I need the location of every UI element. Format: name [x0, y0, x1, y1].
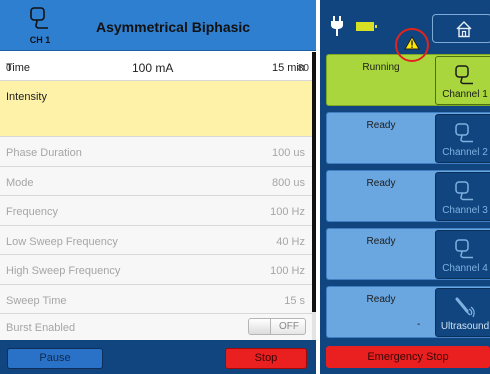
param-value: 100 Hz — [270, 265, 305, 277]
battery-icon — [356, 22, 377, 31]
channel-label: Ultrasound — [440, 321, 490, 332]
intensity-min: 0 — [6, 63, 12, 74]
power-plug-icon — [331, 16, 343, 36]
electrode-icon — [455, 65, 473, 85]
emergency-stop-button[interactable]: Emergency Stop — [326, 346, 490, 368]
param-label: Frequency — [6, 206, 58, 218]
channel-button-2[interactable]: Channel 2 — [435, 114, 490, 163]
channel-status: Running — [362, 62, 400, 73]
intensity-value: 100 mA — [132, 61, 174, 75]
channel-button-1[interactable]: Channel 1 — [435, 56, 490, 105]
ultrasound-icon — [455, 297, 475, 318]
channel-button-ultrasound[interactable]: Ultrasound — [435, 288, 490, 337]
channel-button-4[interactable]: Channel 4 — [435, 230, 490, 279]
channel-header: CH 1 Asymmetrical Biphasic — [0, 0, 316, 51]
home-button[interactable] — [432, 14, 490, 43]
channel-label: Channel 3 — [442, 205, 488, 216]
channel-status: Ready — [366, 178, 396, 189]
param-label: Sweep Time — [6, 295, 67, 307]
param-row-sweep-time[interactable]: Sweep Time 15 s — [0, 285, 312, 314]
channel-label: Channel 2 — [442, 147, 488, 158]
param-row-intensity[interactable]: Intensity — [0, 81, 312, 137]
channel-indicator: CH 1 — [20, 6, 60, 46]
channel-card-2[interactable]: Ready Channel 2 — [326, 112, 490, 164]
param-label: Phase Duration — [6, 147, 82, 159]
channel-status: Ready — [366, 120, 396, 131]
param-label: Intensity — [6, 91, 47, 103]
channel-card-ultrasound[interactable]: Ready - Ultrasound — [326, 286, 490, 338]
channels-panel: Running Channel 1 Ready Channel 2 Ready — [320, 0, 490, 374]
param-value: 800 us — [271, 177, 305, 189]
toggle-knob — [249, 319, 271, 334]
left-footer: Pause Stop — [0, 340, 316, 374]
param-row-phase-duration[interactable]: Phase Duration 100 us — [0, 137, 312, 167]
param-label: High Sweep Frequency — [6, 265, 121, 277]
channel-card-3[interactable]: Ready Channel 3 — [326, 170, 490, 222]
param-label: Mode — [6, 177, 34, 189]
param-label: Low Sweep Frequency — [6, 236, 118, 248]
channel-card-4[interactable]: Ready Channel 4 — [326, 228, 490, 280]
electrode-icon — [30, 7, 48, 29]
channel-label: Channel 4 — [442, 263, 488, 274]
pause-button[interactable]: Pause — [7, 348, 103, 369]
param-value: 100 Hz — [270, 206, 305, 218]
param-row-frequency[interactable]: Frequency 100 Hz — [0, 196, 312, 226]
param-label: Burst Enabled — [6, 322, 76, 334]
channel-settings-panel: CH 1 Asymmetrical Biphasic Time 15 min I… — [0, 0, 316, 374]
channel-button-3[interactable]: Channel 3 — [435, 172, 490, 221]
electrode-icon — [455, 181, 473, 201]
channel-status: Ready — [366, 236, 396, 247]
electrode-icon — [455, 123, 473, 143]
param-value: 100 us — [271, 147, 305, 159]
param-value: 15 s — [284, 295, 305, 307]
channel-short-label: CH 1 — [29, 35, 51, 45]
stop-button[interactable]: Stop — [225, 348, 307, 369]
home-icon — [456, 21, 472, 38]
param-row-mode[interactable]: Mode 800 us — [0, 167, 312, 196]
channel-label: Channel 1 — [442, 89, 488, 100]
channel-extra: - — [417, 319, 421, 330]
param-row-low-sweep-frequency[interactable]: Low Sweep Frequency 40 Hz — [0, 226, 312, 255]
param-value: 40 Hz — [276, 236, 305, 248]
toggle-state: OFF — [279, 321, 299, 332]
channel-status: Ready — [366, 294, 396, 305]
burst-toggle[interactable]: OFF — [248, 318, 306, 335]
warning-icon[interactable] — [404, 36, 420, 50]
param-row-high-sweep-frequency[interactable]: High Sweep Frequency 100 Hz — [0, 255, 312, 285]
channel-card-1[interactable]: Running Channel 1 — [326, 54, 490, 106]
electrode-icon — [455, 239, 473, 259]
waveform-title: Asymmetrical Biphasic — [96, 19, 251, 35]
intensity-max: 80 — [297, 63, 309, 74]
